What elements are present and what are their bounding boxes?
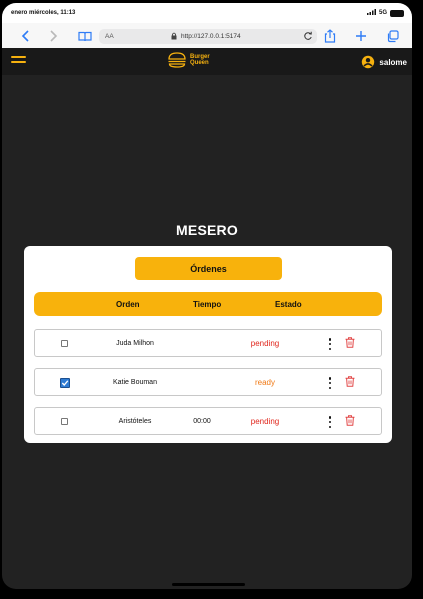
trash-icon[interactable] (345, 337, 355, 350)
hamburger-menu-icon[interactable] (11, 56, 26, 67)
user-menu[interactable]: salome (361, 55, 407, 69)
table-header: Orden Tiempo Estado (34, 292, 382, 316)
browser-toolbar: AA http://127.0.0.1:5174 (2, 23, 412, 51)
share-icon[interactable] (322, 28, 338, 44)
row-state: pending (250, 417, 280, 426)
status-time: enero miércoles, 11:13 (11, 10, 76, 16)
device-screen: enero miércoles, 11:13 5G AA http://127.… (2, 3, 412, 589)
orders-card: Órdenes Orden Tiempo Estado Juda Milhon … (24, 246, 392, 443)
status-bar: enero miércoles, 11:13 5G (2, 3, 412, 23)
forward-icon[interactable] (46, 28, 62, 44)
tabs-icon[interactable] (384, 28, 400, 44)
row-checkbox[interactable] (61, 418, 68, 425)
row-checkbox[interactable] (61, 340, 68, 347)
logo-line2: Queen (190, 60, 209, 66)
network-label: 5G (378, 10, 387, 16)
table-row: Juda Milhon pending (34, 329, 382, 357)
row-state: ready (254, 378, 275, 387)
burger-icon (168, 52, 186, 68)
back-icon[interactable] (17, 28, 33, 44)
home-indicator[interactable] (172, 583, 245, 586)
page-title: MESERO (176, 222, 238, 238)
battery-icon (390, 9, 404, 17)
more-options-icon[interactable] (326, 377, 334, 389)
reload-icon[interactable] (303, 31, 313, 43)
row-time: 00:00 (193, 418, 211, 425)
header-state: Estado (275, 300, 302, 309)
app-navbar: Burger Queen salome (2, 48, 412, 75)
trash-icon[interactable] (345, 376, 355, 389)
row-state: pending (250, 339, 280, 348)
new-tab-icon[interactable] (353, 28, 369, 44)
username: salome (379, 57, 407, 67)
user-avatar-icon (362, 55, 375, 69)
text-size-button[interactable]: AA (105, 33, 114, 40)
header-order: Orden (116, 300, 140, 309)
signal-icon (366, 9, 376, 17)
table-row: Aristóteles 00:00 pending (34, 407, 382, 435)
url-text: http://127.0.0.1:5174 (181, 33, 241, 40)
more-options-icon[interactable] (326, 338, 334, 350)
table-row: Katie Bouman ready (34, 368, 382, 396)
more-options-icon[interactable] (326, 416, 334, 428)
burger-queen-logo: Burger Queen (167, 52, 210, 68)
trash-icon[interactable] (345, 415, 355, 428)
book-icon[interactable] (77, 28, 93, 44)
orders-button[interactable]: Órdenes (135, 257, 282, 280)
row-name: Juda Milhon (116, 340, 154, 347)
row-checkbox-checked[interactable] (60, 378, 70, 388)
row-name: Katie Bouman (113, 379, 157, 386)
row-name: Aristóteles (118, 418, 152, 425)
lock-icon (171, 32, 177, 42)
status-indicators: 5G (366, 9, 404, 17)
header-time: Tiempo (193, 300, 222, 309)
url-field[interactable]: AA http://127.0.0.1:5174 (99, 29, 317, 44)
